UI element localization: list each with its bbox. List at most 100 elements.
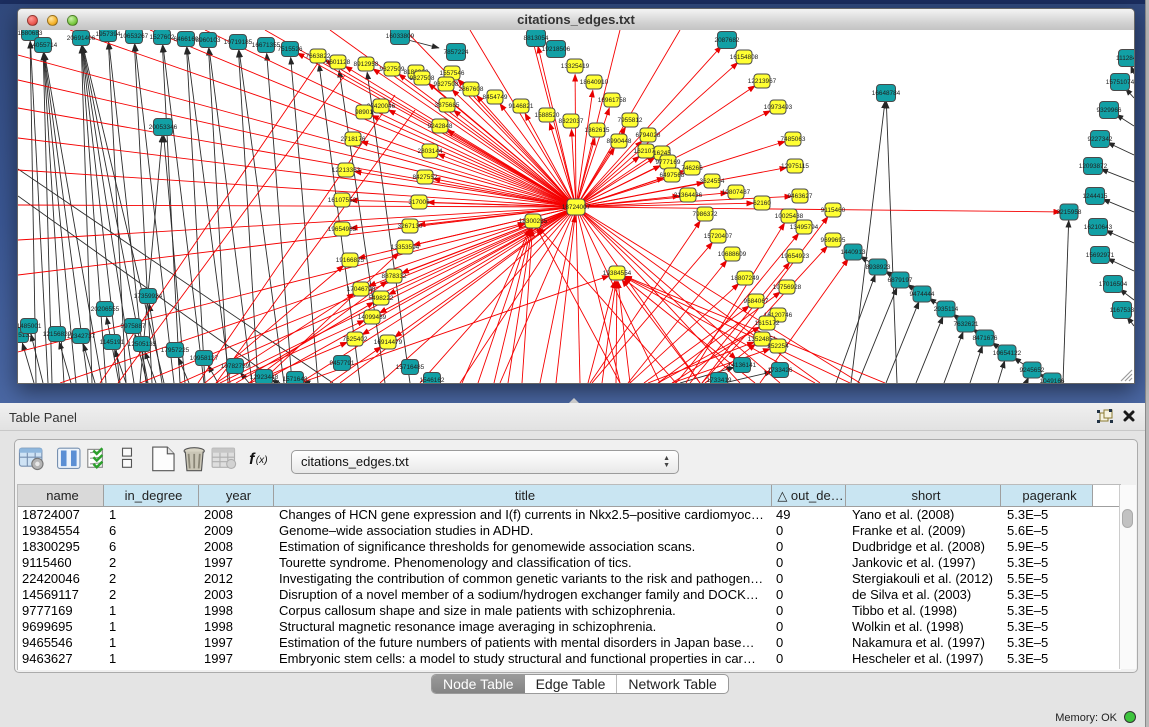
svg-text:2867608: 2867608 [459, 86, 484, 93]
svg-text:8912958: 8912958 [354, 61, 379, 68]
svg-text:17957225: 17957225 [161, 347, 190, 354]
svg-text:8990448: 8990448 [607, 138, 632, 145]
svg-text:14136141: 14136141 [728, 362, 757, 369]
svg-text:10653267: 10653267 [120, 33, 149, 40]
svg-text:16210643: 16210643 [1084, 224, 1113, 231]
svg-text:18807249: 18807249 [731, 275, 760, 282]
svg-text:9115460: 9115460 [821, 207, 846, 214]
svg-text:3215958: 3215958 [1057, 209, 1082, 216]
svg-text:12093872: 12093872 [1079, 163, 1108, 170]
svg-text:1680683: 1680683 [18, 30, 43, 37]
svg-text:19654923: 19654923 [781, 253, 810, 260]
svg-text:16107552: 16107552 [328, 197, 357, 204]
svg-text:3624554: 3624554 [700, 178, 725, 185]
svg-text:317006: 317006 [408, 199, 430, 206]
svg-text:9227342: 9227342 [1088, 136, 1113, 143]
svg-text:10958127: 10958127 [190, 355, 219, 362]
svg-text:16648784: 16648784 [872, 90, 901, 97]
svg-text:9327508: 9327508 [434, 81, 459, 88]
svg-text:8813054: 8813054 [524, 35, 549, 42]
svg-text:18724007: 18724007 [562, 204, 591, 211]
svg-text:16961758: 16961758 [598, 97, 627, 104]
svg-text:6497568: 6497568 [660, 172, 685, 179]
svg-text:9975887: 9975887 [121, 323, 146, 330]
svg-text:12213363: 12213363 [332, 167, 361, 174]
svg-text:6879197: 6879197 [888, 277, 913, 284]
svg-text:3875685: 3875685 [435, 102, 460, 109]
svg-text:10756928: 10756928 [773, 284, 802, 291]
svg-text:1362615: 1362615 [585, 127, 610, 134]
svg-text:21364436: 21364436 [674, 192, 703, 199]
svg-text:10654122: 10654122 [993, 350, 1022, 357]
svg-text:9327509: 9327509 [380, 66, 405, 73]
svg-text:7857224: 7857224 [444, 49, 469, 56]
svg-text:9601128: 9601128 [326, 59, 351, 66]
svg-text:1957394: 1957394 [96, 31, 121, 38]
svg-text:8471676: 8471676 [973, 335, 998, 342]
svg-text:15720407: 15720407 [704, 233, 733, 240]
svg-text:10973493: 10973493 [764, 104, 793, 111]
svg-text:9699695: 9699695 [821, 237, 846, 244]
svg-text:16154808: 16154808 [730, 54, 759, 61]
svg-text:8938923: 8938923 [866, 264, 891, 271]
svg-text:3267130: 3267130 [398, 223, 423, 230]
svg-text:18640910: 18640910 [580, 79, 609, 86]
svg-text:9242848: 9242848 [428, 123, 453, 130]
svg-text:10719185: 10719185 [224, 39, 253, 46]
svg-text:1733419: 1733419 [707, 377, 732, 383]
svg-text:15716485: 15716485 [396, 364, 425, 371]
svg-text:1527602: 1527602 [150, 34, 175, 41]
svg-text:18300295: 18300295 [519, 218, 548, 225]
svg-text:16033809: 16033809 [386, 33, 415, 40]
svg-text:19166825: 19166825 [336, 257, 365, 264]
svg-text:62160: 62160 [753, 200, 771, 207]
svg-text:20206555: 20206555 [91, 306, 120, 313]
svg-text:8454749: 8454749 [483, 94, 508, 101]
svg-text:12505135: 12505135 [128, 341, 157, 348]
svg-text:8960103: 8960103 [196, 37, 221, 44]
svg-text:10782759: 10782759 [221, 363, 250, 370]
svg-text:12213967: 12213967 [748, 78, 777, 85]
svg-text:7632621: 7632621 [954, 321, 979, 328]
svg-text:9146821: 9146821 [509, 103, 534, 110]
svg-text:9327508: 9327508 [410, 75, 435, 82]
svg-text:10025438: 10025438 [775, 213, 804, 220]
svg-text:9457791: 9457791 [330, 360, 355, 367]
svg-text:8322037: 8322037 [559, 118, 584, 125]
svg-text:9684067: 9684067 [744, 298, 769, 305]
svg-text:20053346: 20053346 [149, 124, 178, 131]
svg-text:1485001: 1485001 [18, 323, 42, 330]
svg-text:8878332: 8878332 [382, 273, 407, 280]
svg-text:1145191: 1145191 [100, 339, 125, 346]
svg-text:20691406: 20691406 [67, 35, 96, 42]
svg-text:17359924: 17359924 [134, 293, 163, 300]
svg-text:7986372: 7986372 [693, 211, 718, 218]
svg-text:12975115: 12975115 [781, 163, 809, 170]
svg-text:9245652: 9245652 [1020, 367, 1045, 374]
svg-text:252254: 252254 [767, 343, 789, 350]
svg-text:13325419: 13325419 [561, 63, 590, 70]
svg-text:16914479: 16914479 [374, 339, 403, 346]
svg-text:8427552: 8427552 [413, 174, 438, 181]
svg-text:1733426: 1733426 [768, 367, 793, 374]
svg-text:13353594: 13353594 [391, 244, 420, 251]
svg-text:19384554: 19384554 [603, 270, 632, 277]
svg-text:17016504: 17016504 [1099, 281, 1128, 288]
svg-text:9777169: 9777169 [656, 159, 681, 166]
svg-text:7485063: 7485063 [781, 136, 806, 143]
svg-text:98901: 98901 [355, 109, 373, 116]
svg-text:(x): (x) [256, 455, 268, 466]
svg-text:7515526: 7515526 [278, 46, 303, 53]
svg-text:19654985: 19654985 [328, 226, 357, 233]
svg-text:19218506: 19218506 [542, 46, 571, 53]
svg-text:7625402: 7625402 [343, 336, 368, 343]
svg-text:10688609: 10688609 [718, 251, 747, 258]
svg-text:2803144: 2803144 [418, 148, 443, 155]
svg-text:7955812: 7955812 [618, 117, 643, 124]
svg-text:1588520: 1588520 [535, 112, 560, 119]
svg-text:1546162: 1546162 [420, 377, 445, 383]
svg-text:14099489: 14099489 [358, 314, 387, 321]
svg-text:5498222: 5498222 [369, 295, 394, 302]
svg-text:17046798: 17046798 [347, 286, 376, 293]
svg-text:1440913: 1440913 [841, 249, 866, 256]
